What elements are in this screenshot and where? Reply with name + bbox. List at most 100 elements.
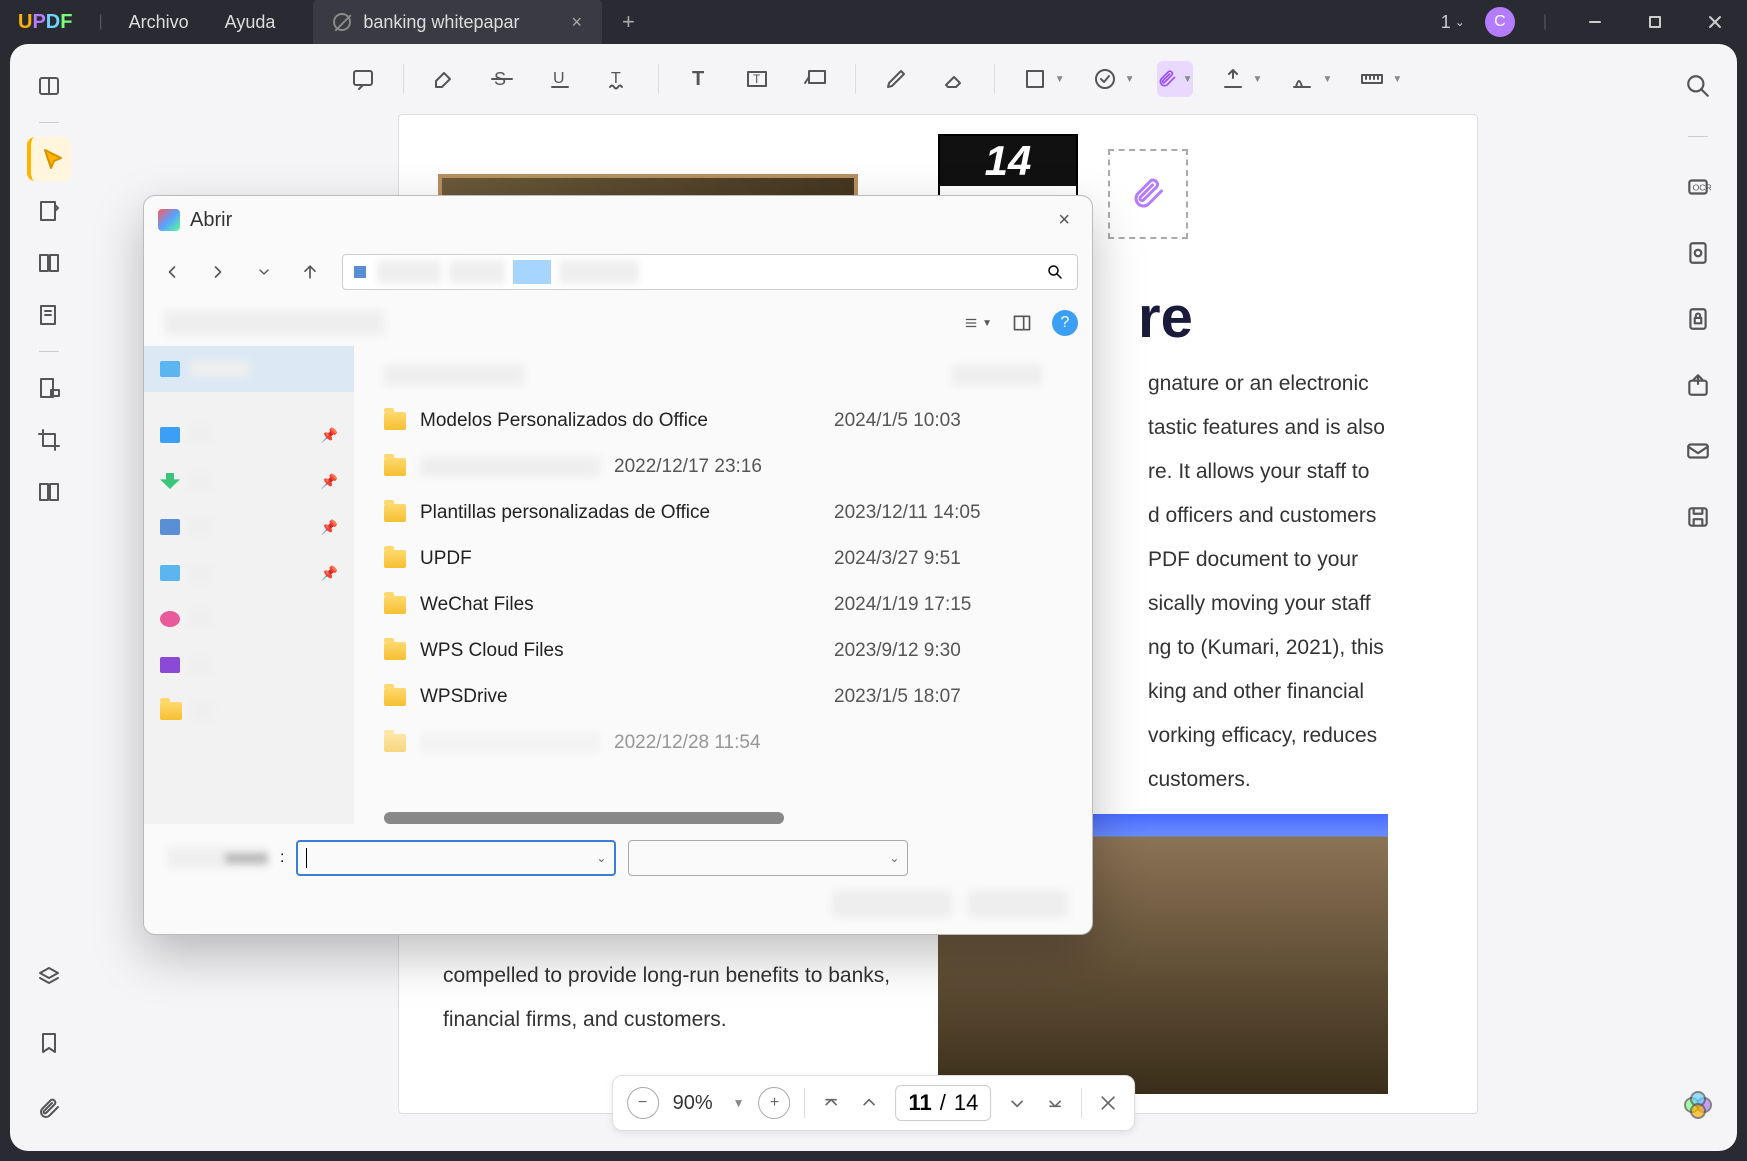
- minimize-button[interactable]: [1575, 0, 1615, 44]
- list-item[interactable]: 2022/12/17 23:16: [354, 444, 1092, 490]
- list-item[interactable]: 2022/12/28 11:54: [354, 720, 1092, 766]
- strikethrough-tool-icon[interactable]: S: [484, 61, 520, 97]
- protect-icon[interactable]: [1676, 297, 1720, 341]
- close-button[interactable]: [1695, 0, 1735, 44]
- dialog-close-button[interactable]: ×: [1050, 205, 1078, 236]
- search-icon[interactable]: [1676, 64, 1720, 108]
- zoom-in-button[interactable]: +: [759, 1087, 791, 1119]
- nav-forward-icon[interactable]: [204, 258, 232, 286]
- email-icon[interactable]: [1676, 429, 1720, 473]
- zoom-out-button[interactable]: −: [627, 1087, 659, 1119]
- share-icon[interactable]: [1676, 363, 1720, 407]
- form-mode-icon[interactable]: [27, 293, 71, 337]
- textbox-tool-icon[interactable]: T: [739, 61, 775, 97]
- close-bar-button[interactable]: [1096, 1091, 1120, 1115]
- nav-recent-icon[interactable]: [250, 258, 278, 286]
- shape-tool-dropdown[interactable]: ▼: [1017, 61, 1065, 97]
- eraser-tool-icon[interactable]: [936, 61, 972, 97]
- callout-tool-icon[interactable]: [797, 61, 833, 97]
- sidebar-documents[interactable]: 📌: [144, 504, 354, 550]
- flatten-icon[interactable]: [1676, 231, 1720, 275]
- first-page-button[interactable]: [820, 1091, 844, 1115]
- path-segment-selected[interactable]: [513, 260, 551, 284]
- sidebar-videos[interactable]: [144, 642, 354, 688]
- filename-input[interactable]: ⌄: [296, 840, 616, 876]
- nav-up-icon[interactable]: [296, 258, 324, 286]
- nav-back-icon[interactable]: [158, 258, 186, 286]
- path-segment[interactable]: xxxxx: [449, 260, 505, 284]
- menu-file[interactable]: Archivo: [111, 12, 207, 33]
- path-breadcrumb[interactable]: xxxxxx xxxxx xxxxxxxx: [342, 254, 1078, 290]
- sidebar-folder[interactable]: [144, 688, 354, 734]
- annotate-mode-icon[interactable]: [27, 137, 71, 181]
- comment-tool-icon[interactable]: [345, 61, 381, 97]
- horizontal-scrollbar[interactable]: [384, 812, 784, 824]
- sidebar-downloads[interactable]: 📌: [144, 458, 354, 504]
- filetype-dropdown[interactable]: ⌄: [628, 840, 908, 876]
- prev-page-button[interactable]: [858, 1091, 882, 1115]
- sidebar-quick-access[interactable]: [144, 346, 354, 392]
- attachment-placeholder[interactable]: [1108, 149, 1188, 239]
- new-tab-button[interactable]: +: [622, 9, 635, 35]
- signature-tool-dropdown[interactable]: ▼: [1215, 61, 1263, 97]
- crop-icon[interactable]: [27, 418, 71, 462]
- menu-help[interactable]: Ayuda: [207, 12, 294, 33]
- squiggly-tool-icon[interactable]: T: [600, 61, 636, 97]
- compare-icon[interactable]: [27, 470, 71, 514]
- path-segment[interactable]: xxxxxxxx: [559, 260, 639, 284]
- edit-mode-icon[interactable]: [27, 189, 71, 233]
- save-icon[interactable]: [1676, 495, 1720, 539]
- svg-text:T: T: [692, 68, 704, 90]
- bookmark-icon[interactable]: [27, 1021, 71, 1065]
- open-button[interactable]: [832, 890, 952, 918]
- tab-close-icon[interactable]: ×: [572, 12, 583, 33]
- folder-icon: [384, 458, 406, 476]
- stamp-tool-dropdown[interactable]: ▼: [1087, 61, 1135, 97]
- list-item[interactable]: Modelos Personalizados do Office2024/1/5…: [354, 398, 1092, 444]
- maximize-button[interactable]: [1635, 0, 1675, 44]
- sidebar-music[interactable]: [144, 596, 354, 642]
- reader-mode-icon[interactable]: [27, 64, 71, 108]
- dialog-toolbar: ▼ ?: [144, 300, 1092, 346]
- next-page-button[interactable]: [1005, 1091, 1029, 1115]
- separator: [805, 1088, 806, 1118]
- zoom-level[interactable]: 90%: [673, 1092, 713, 1115]
- underline-tool-icon[interactable]: U: [542, 61, 578, 97]
- list-item[interactable]: WPSDrive2023/1/5 18:07: [354, 674, 1092, 720]
- layers-icon[interactable]: [27, 955, 71, 999]
- highlight-tool-icon[interactable]: [426, 61, 462, 97]
- user-avatar[interactable]: C: [1485, 7, 1515, 37]
- list-item[interactable]: [354, 352, 1092, 398]
- ai-assistant-icon[interactable]: [1682, 1089, 1714, 1121]
- help-icon[interactable]: ?: [1052, 310, 1078, 336]
- list-item[interactable]: UPDF2024/3/27 9:51: [354, 536, 1092, 582]
- list-item[interactable]: WeChat Files2024/1/19 17:15: [354, 582, 1092, 628]
- page-indicator[interactable]: 11 / 14: [896, 1085, 992, 1121]
- separator: [39, 351, 59, 352]
- text-tool-icon[interactable]: T: [681, 61, 717, 97]
- ocr-icon[interactable]: OCR: [1676, 165, 1720, 209]
- list-item[interactable]: WPS Cloud Files2023/9/12 9:30: [354, 628, 1092, 674]
- file-list[interactable]: Modelos Personalizados do Office2024/1/5…: [354, 346, 1092, 824]
- view-list-icon[interactable]: ▼: [964, 309, 992, 337]
- path-segment[interactable]: xxxxxx: [377, 260, 441, 284]
- separator: [658, 64, 659, 94]
- ruler-tool-dropdown[interactable]: ▼: [1354, 61, 1402, 97]
- pencil-tool-icon[interactable]: [878, 61, 914, 97]
- page-tools-icon[interactable]: [27, 241, 71, 285]
- last-page-button[interactable]: [1043, 1091, 1067, 1115]
- zoom-dropdown-icon[interactable]: ▼: [733, 1096, 745, 1110]
- attachment-icon[interactable]: [27, 1087, 71, 1131]
- attachment-tool-dropdown[interactable]: ▼: [1157, 61, 1193, 97]
- sign-tool-dropdown[interactable]: ▼: [1284, 61, 1332, 97]
- cancel-button[interactable]: [968, 890, 1068, 918]
- redact-icon[interactable]: [27, 366, 71, 410]
- preview-pane-icon[interactable]: [1008, 309, 1036, 337]
- sidebar-desktop[interactable]: 📌: [144, 412, 354, 458]
- window-count[interactable]: 1⌄: [1441, 12, 1465, 33]
- sidebar-pictures[interactable]: 📌: [144, 550, 354, 596]
- document-tab[interactable]: banking whitepapar ×: [313, 0, 602, 44]
- path-search-icon[interactable]: [1041, 258, 1069, 286]
- body-text: gnature or an electronic tastic features…: [1148, 362, 1408, 802]
- list-item[interactable]: Plantillas personalizadas de Office2023/…: [354, 490, 1092, 536]
